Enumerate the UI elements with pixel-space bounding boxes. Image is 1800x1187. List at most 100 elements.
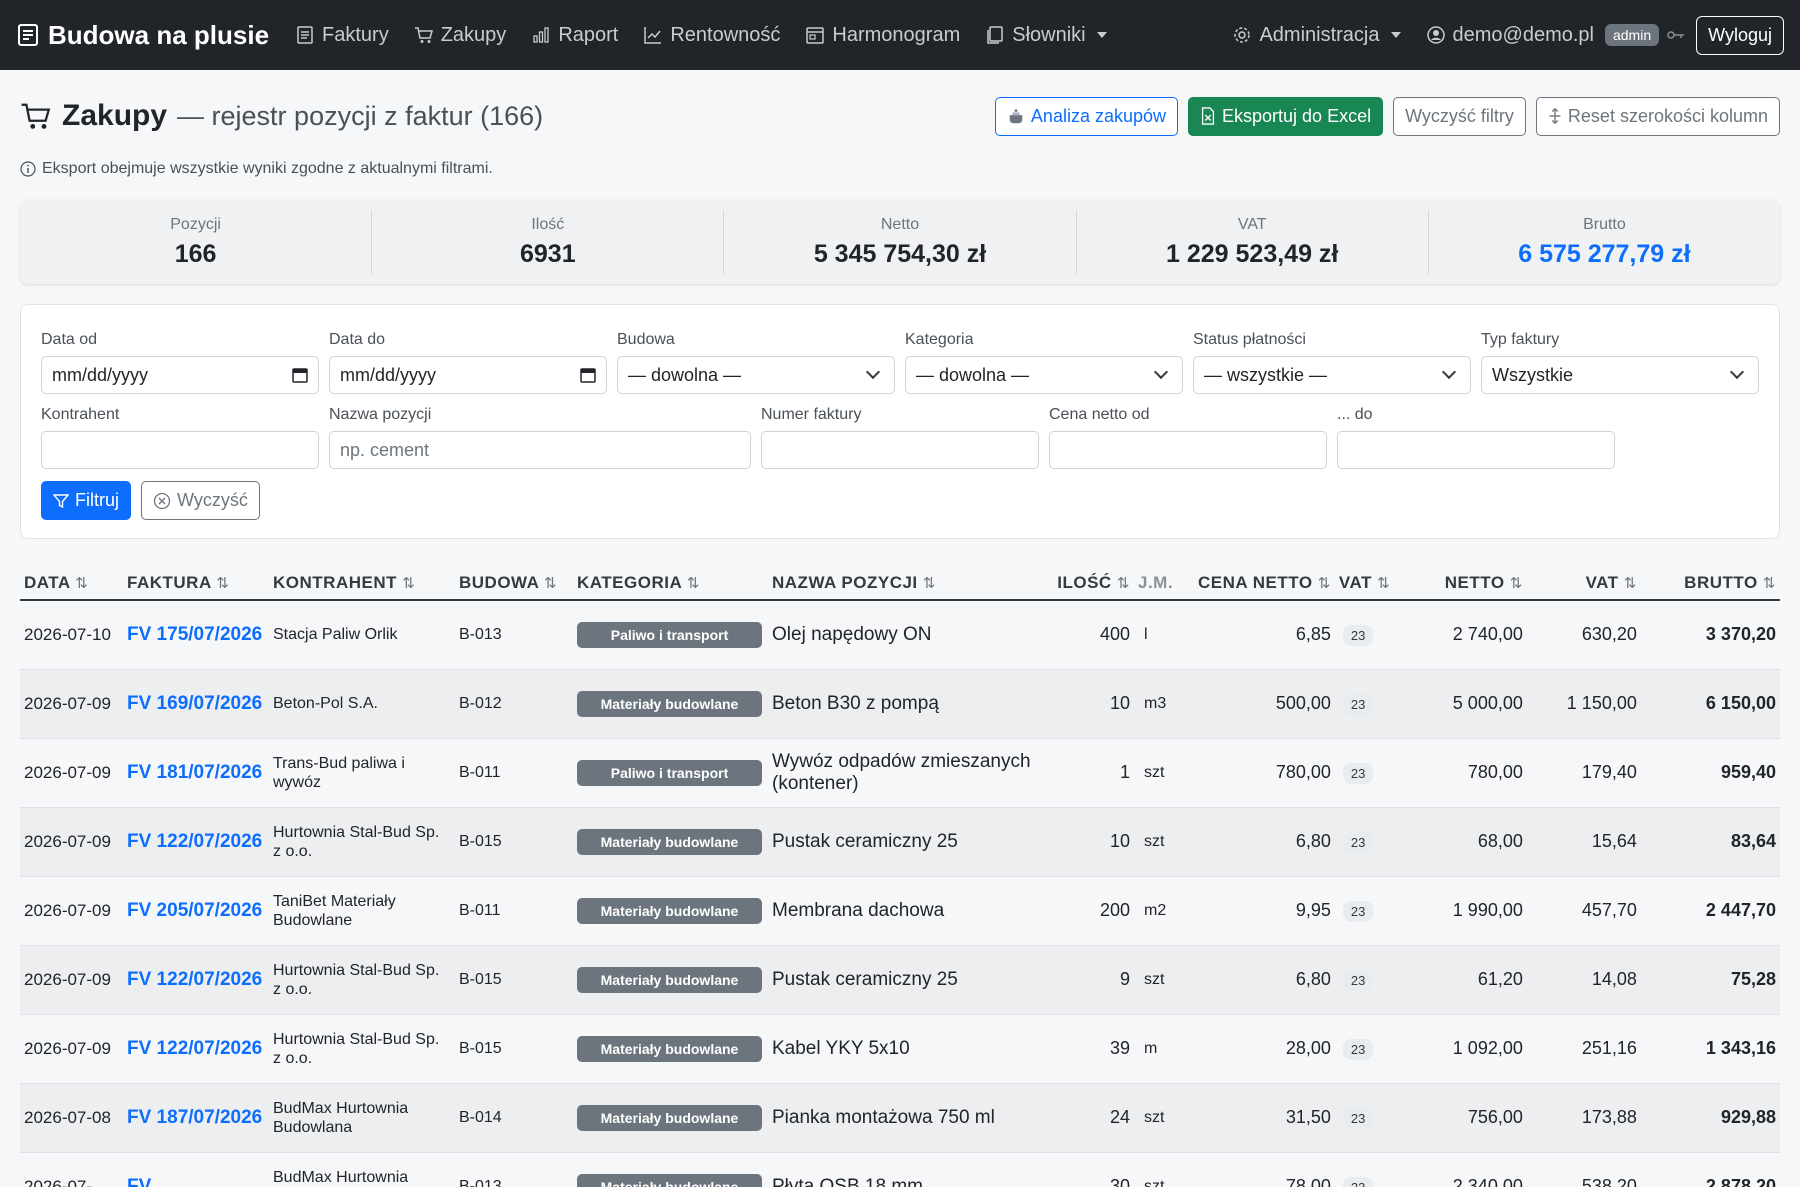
stat-value: 6931 (519, 239, 576, 268)
cell-qty: 30 (1048, 1152, 1134, 1187)
cell-date: 2026-07- (20, 1152, 123, 1187)
col-budowa[interactable]: BUDOWA ⇅ (455, 563, 573, 601)
nav-rentownosc[interactable]: Rentowność (643, 24, 780, 47)
status-value: — wszystkie — (1204, 364, 1328, 385)
cell-gross: 6 150,00 (1640, 669, 1780, 739)
sort-icon: ⇅ (922, 575, 936, 592)
nav-zakupy[interactable]: Zakupy (414, 24, 506, 47)
invoice-link[interactable]: FV 205/07/2026 (127, 900, 262, 921)
cell-qty: 9 (1048, 945, 1134, 1015)
vat-rate-badge: 23 (1342, 762, 1374, 784)
cell-vat: 1 150,00 (1526, 669, 1641, 739)
col-label: J.M. (1138, 573, 1174, 592)
cell-gross: 75,28 (1640, 945, 1780, 1015)
col-label: KATEGORIA (577, 573, 682, 592)
brand-link[interactable]: Budowa na plusie (16, 20, 269, 51)
cell-item-name: Beton B30 z pompą (768, 669, 1048, 739)
col-data[interactable]: DATA ⇅ (20, 563, 123, 601)
kategoria-select[interactable]: — dowolna — (905, 356, 1183, 394)
kategoria-field: Kategoria — dowolna — (905, 331, 1183, 394)
table-row[interactable]: 2026-07- FV BudMax Hurtownia Budowlana B… (20, 1152, 1780, 1187)
cell-vat-rate: 23 (1334, 600, 1411, 670)
table-row[interactable]: 2026-07-08 FV 187/07/2026 BudMax Hurtown… (20, 1083, 1780, 1153)
table-row[interactable]: 2026-07-09 FV 122/07/2026 Hurtownia Stal… (20, 1014, 1780, 1084)
col-brutto[interactable]: BRUTTO ⇅ (1640, 563, 1780, 601)
nav-raport[interactable]: Raport (531, 24, 618, 47)
sort-icon: ⇅ (75, 575, 89, 592)
user-menu[interactable]: demo@demo.pl admin (1426, 24, 1687, 47)
cell-unit: m (1134, 1014, 1194, 1084)
cell-unit: szt (1134, 945, 1194, 1015)
cell-item-name: Pianka montażowa 750 ml (768, 1083, 1048, 1153)
analysis-button[interactable]: Analiza zakupów (994, 96, 1179, 136)
nav-harmonogram[interactable]: Harmonogram (805, 24, 960, 47)
typ-select[interactable]: Wszystkie (1481, 356, 1759, 394)
table-row[interactable]: 2026-07-09 FV 122/07/2026 Hurtownia Stal… (20, 945, 1780, 1015)
nav-faktury[interactable]: Faktury (295, 24, 389, 47)
table-row[interactable]: 2026-07-09 FV 181/07/2026 Trans-Bud pali… (20, 738, 1780, 808)
col-netto[interactable]: NETTO ⇅ (1410, 563, 1527, 601)
invoice-link[interactable]: FV 187/07/2026 (127, 1107, 262, 1128)
filter-button[interactable]: Filtruj (41, 481, 131, 520)
filters-row-1: Data od mm/dd/yyyy Data do mm/dd/yyyy Bu… (41, 331, 1759, 394)
cell-qty: 10 (1048, 669, 1134, 739)
invoice-link[interactable]: FV 169/07/2026 (127, 693, 262, 714)
invoice-link[interactable]: FV (127, 1176, 151, 1187)
nazwa-input[interactable]: np. cement (329, 431, 751, 469)
nav-administracja-dropdown[interactable]: Administracja (1232, 24, 1401, 47)
title-actions: Analiza zakupów Eksportuj do Excel Wyczy… (994, 96, 1780, 136)
cell-invoice: FV 122/07/2026 (123, 807, 269, 877)
kontrahent-field: Kontrahent (41, 406, 319, 469)
nav-rentownosc-label: Rentowność (670, 23, 781, 46)
date-from-input[interactable]: mm/dd/yyyy (41, 356, 319, 394)
col-kontrahent[interactable]: KONTRAHENT ⇅ (269, 563, 455, 601)
numer-label: Numer faktury (761, 406, 862, 423)
cell-site: B-015 (455, 945, 573, 1015)
invoice-link[interactable]: FV 175/07/2026 (127, 624, 262, 645)
cena-do-input[interactable] (1337, 431, 1615, 469)
invoice-link[interactable]: FV 122/07/2026 (127, 969, 262, 990)
logout-button[interactable]: Wyloguj (1696, 15, 1784, 55)
col-cena[interactable]: CENA NETTO ⇅ (1194, 563, 1335, 601)
reset-widths-button[interactable]: Reset szerokości kolumn (1535, 96, 1780, 136)
cell-gross: 959,40 (1640, 738, 1780, 808)
cell-contractor: Trans-Bud paliwa i wywóz (269, 738, 455, 808)
cell-vat: 251,16 (1526, 1014, 1641, 1084)
table-row[interactable]: 2026-07-09 FV 122/07/2026 Hurtownia Stal… (20, 807, 1780, 877)
cell-invoice: FV 169/07/2026 (123, 669, 269, 739)
stat-value: 5 345 754,30 zł (813, 239, 987, 268)
page-title-text: Zakupy (62, 99, 168, 132)
cell-price: 780,00 (1194, 738, 1335, 808)
invoice-link[interactable]: FV 122/07/2026 (127, 831, 262, 852)
chevron-down-icon (1153, 364, 1169, 380)
cell-gross: 83,64 (1640, 807, 1780, 877)
col-ilosc[interactable]: ILOŚĆ ⇅ (1048, 563, 1134, 601)
numer-input[interactable] (761, 431, 1039, 469)
nav-slowniki-dropdown[interactable]: Słowniki (985, 24, 1107, 47)
budowa-select[interactable]: — dowolna — (617, 356, 895, 394)
cell-net: 1 092,00 (1410, 1014, 1527, 1084)
table-row[interactable]: 2026-07-10 FV 175/07/2026 Stacja Paliw O… (20, 600, 1780, 670)
date-to-input[interactable]: mm/dd/yyyy (329, 356, 607, 394)
calendar-icon (580, 368, 596, 383)
cell-price: 78,00 (1194, 1152, 1335, 1187)
col-vat-rate[interactable]: VAT ⇅ (1334, 563, 1411, 601)
col-vat[interactable]: VAT ⇅ (1526, 563, 1641, 601)
table-row[interactable]: 2026-07-09 FV 169/07/2026 Beton-Pol S.A.… (20, 669, 1780, 739)
invoice-link[interactable]: FV 122/07/2026 (127, 1038, 262, 1059)
col-faktura[interactable]: FAKTURA ⇅ (123, 563, 269, 601)
stat-value: 6 575 277,79 zł (1518, 239, 1691, 268)
clear-filters-button[interactable]: Wyczyść filtry (1393, 96, 1526, 136)
table-row[interactable]: 2026-07-09 FV 205/07/2026 TaniBet Materi… (20, 876, 1780, 946)
status-select[interactable]: — wszystkie — (1193, 356, 1471, 394)
invoice-link[interactable]: FV 181/07/2026 (127, 762, 262, 783)
col-nazwa[interactable]: NAZWA POZYCJI ⇅ (768, 563, 1048, 601)
clear-button[interactable]: Wyczyść (141, 481, 260, 520)
col-kategoria[interactable]: KATEGORIA ⇅ (573, 563, 768, 601)
category-badge: Materiały budowlane (577, 1104, 762, 1131)
category-badge: Materiały budowlane (577, 690, 762, 717)
cena-od-input[interactable] (1049, 431, 1327, 469)
cell-contractor: BudMax Hurtownia Budowlana (269, 1152, 455, 1187)
export-excel-button[interactable]: Eksportuj do Excel (1188, 96, 1384, 136)
kontrahent-input[interactable] (41, 431, 319, 469)
